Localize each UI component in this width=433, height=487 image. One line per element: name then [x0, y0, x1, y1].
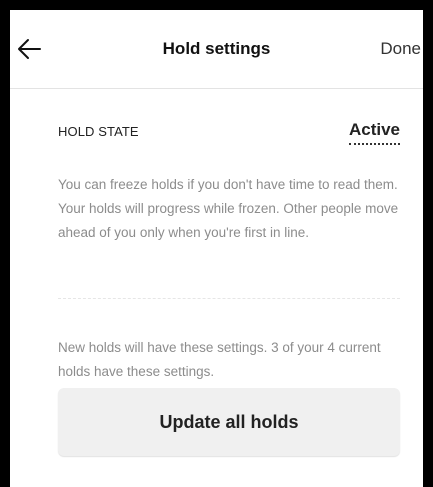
arrow-left-icon: [18, 39, 41, 59]
back-button[interactable]: [12, 32, 46, 66]
header-bar: Hold settings Done: [10, 10, 423, 89]
done-button[interactable]: Done: [380, 39, 421, 59]
hold-state-selector[interactable]: Active: [348, 120, 400, 145]
hold-state-description: You can freeze holds if you don't have t…: [58, 177, 399, 240]
update-all-holds-button[interactable]: Update all holds: [58, 388, 400, 456]
hold-settings-screen: Hold settings Done HOLD STATE Active You…: [10, 10, 423, 487]
page-title: Hold settings: [162, 39, 271, 58]
hold-state-label: HOLD STATE: [58, 124, 139, 139]
section-divider: [58, 298, 400, 299]
settings-scope-description: New holds will have these settings. 3 of…: [58, 340, 381, 379]
